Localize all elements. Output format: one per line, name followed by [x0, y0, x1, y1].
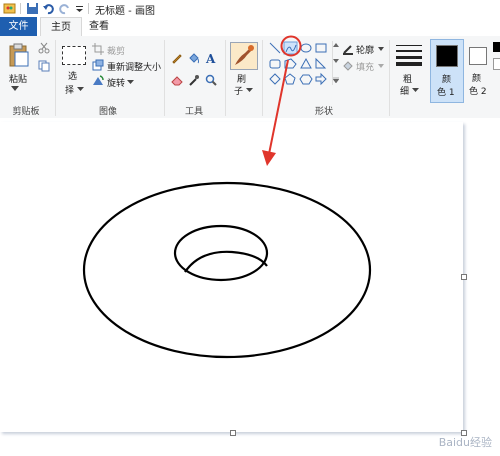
chevron-down-icon[interactable]: [246, 88, 253, 92]
svg-text:A: A: [205, 52, 216, 64]
tools-group: A 工具: [166, 36, 224, 118]
eraser-icon[interactable]: [171, 74, 183, 86]
redo-icon[interactable]: [58, 2, 71, 15]
customize-toolbar-icon[interactable]: [75, 2, 84, 15]
crop-icon[interactable]: [92, 43, 104, 55]
ribbon-tabs: 文件 主页 查看: [0, 17, 500, 37]
oval-shape-icon: [300, 43, 312, 53]
color2-label-line2: 色 2: [469, 87, 487, 97]
outline-icon[interactable]: [342, 43, 354, 55]
color1-label-line2: 色 1: [437, 88, 455, 98]
color2-swatch: [469, 47, 487, 65]
torus-drawing: [82, 181, 372, 359]
save-icon[interactable]: [26, 2, 39, 15]
group-divider: [55, 40, 56, 116]
arrow-shape-icon: [315, 72, 327, 86]
watermark: Baidu经验: [438, 436, 492, 449]
tab-home[interactable]: 主页: [40, 17, 82, 37]
group-divider: [389, 40, 390, 116]
size-group: 粗 细: [391, 36, 427, 118]
cut-icon[interactable]: [38, 42, 50, 54]
palette-swatch-black[interactable]: [493, 42, 500, 52]
paste-icon[interactable]: [8, 42, 30, 68]
resize-icon[interactable]: [92, 59, 104, 71]
shapes-group-label: 形状: [314, 107, 333, 117]
hexagon-shape-icon: [299, 74, 313, 85]
rectangle-shape-icon: [315, 43, 327, 53]
pencil-icon[interactable]: [171, 52, 183, 64]
color2-button[interactable]: 颜 色 2: [466, 39, 490, 101]
group-divider: [164, 40, 165, 116]
shapes-gallery-scrollbar[interactable]: [332, 41, 339, 85]
image-group-label: 图像: [98, 107, 117, 117]
brushes-button-line2[interactable]: 子: [234, 84, 243, 97]
brushes-group: 刷 子: [227, 36, 261, 118]
triangle-shape-icon: [300, 57, 312, 69]
line-width-icon[interactable]: [396, 44, 422, 66]
tab-file[interactable]: 文件: [0, 17, 37, 36]
size-button-line2[interactable]: 细: [400, 84, 409, 97]
tab-view[interactable]: 查看: [84, 17, 114, 36]
chevron-down-icon[interactable]: [412, 88, 419, 92]
tools-group-label: 工具: [184, 107, 203, 117]
canvas-resize-handle-right[interactable]: [461, 274, 467, 280]
group-divider: [225, 40, 226, 116]
outline-button[interactable]: 轮廓: [356, 43, 374, 56]
select-button[interactable]: 选: [68, 69, 77, 82]
fill-button[interactable]: 填充: [356, 60, 374, 73]
clipboard-group: 粘贴 剪贴板: [0, 36, 60, 118]
title-bar: 无标题 - 画图: [0, 0, 500, 18]
palette-swatch-white[interactable]: [493, 58, 500, 70]
canvas-resize-handle-bottom[interactable]: [230, 430, 236, 436]
select-button-line2[interactable]: 择: [65, 83, 74, 96]
magnifier-icon[interactable]: [205, 74, 217, 86]
window-title: 无标题 - 画图: [95, 6, 155, 17]
color1-button[interactable]: 颜 色 1: [430, 39, 464, 103]
color1-swatch: [436, 45, 458, 67]
paste-button[interactable]: 粘贴: [9, 72, 27, 85]
chevron-down-icon[interactable]: [77, 87, 84, 91]
paint-app-icon: [3, 3, 16, 14]
brush-icon[interactable]: [230, 42, 258, 70]
resize-button[interactable]: 重新调整大小: [107, 60, 161, 73]
annotation-arrow: [262, 59, 289, 166]
chevron-down-icon[interactable]: [11, 86, 19, 91]
chevron-down-icon[interactable]: [378, 64, 384, 68]
select-icon[interactable]: [62, 46, 86, 65]
clipboard-group-label: 剪贴板: [12, 107, 40, 117]
undo-icon[interactable]: [42, 2, 55, 15]
drawing-canvas[interactable]: [0, 122, 463, 432]
highlight-circle: [280, 35, 302, 57]
rotate-button[interactable]: 旋转: [107, 76, 125, 89]
crop-button[interactable]: 裁剪: [107, 44, 125, 57]
color2-label: 颜: [472, 74, 482, 84]
text-icon[interactable]: A: [205, 52, 217, 64]
fill-bucket-icon[interactable]: [188, 52, 200, 64]
copy-icon[interactable]: [38, 60, 50, 72]
line-shape-icon: [269, 42, 281, 54]
color-picker-icon[interactable]: [188, 74, 200, 86]
ribbon: 粘贴 剪贴板 选 择 裁剪 重新调整大小 旋转 图像 A 工具 刷 子 轮廓 填…: [0, 35, 500, 119]
rotate-icon[interactable]: [92, 75, 104, 87]
chevron-down-icon[interactable]: [378, 47, 384, 51]
chevron-down-icon[interactable]: [127, 80, 134, 84]
color1-label: 颜: [442, 75, 452, 85]
fill-icon[interactable]: [342, 60, 354, 72]
image-group: 选 择 裁剪 重新调整大小 旋转 图像: [57, 36, 163, 118]
right-triangle-shape-icon: [315, 57, 327, 69]
